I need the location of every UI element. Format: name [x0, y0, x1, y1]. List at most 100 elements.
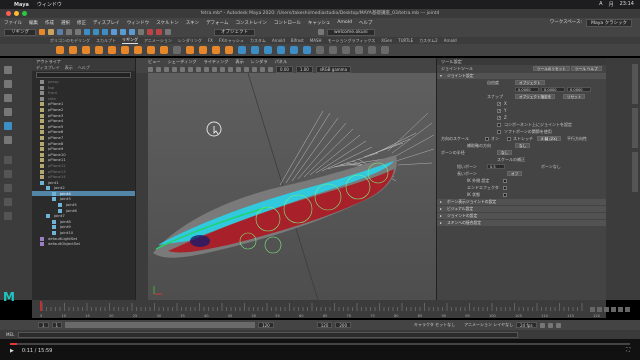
- shelf-tab-active[interactable]: リギング: [122, 37, 138, 44]
- y-field[interactable]: 0.0000: [541, 87, 565, 92]
- reset-tool-button[interactable]: ツールのリセット: [533, 66, 570, 71]
- cone-icon[interactable]: [95, 46, 103, 54]
- lock-camera-icon[interactable]: [156, 66, 161, 72]
- shelf-tab[interactable]: XGen: [381, 38, 392, 43]
- menu-deform[interactable]: デフォーム: [206, 20, 228, 26]
- viewport-canvas[interactable]: [148, 72, 436, 301]
- lasso-tool-icon[interactable]: [4, 80, 12, 88]
- bookmark-icon[interactable]: [164, 66, 169, 72]
- long-bone-dropdown[interactable]: オフ: [507, 171, 523, 176]
- single-pane-icon[interactable]: [4, 156, 12, 164]
- range-inner-start-field[interactable]: 1: [51, 322, 63, 328]
- anim-layer-dropdown[interactable]: アニメーション レイヤなし: [464, 322, 513, 328]
- menu-skeleton[interactable]: スケルトン: [156, 20, 179, 26]
- tool-settings-tab[interactable]: [632, 108, 638, 148]
- joint-option-checkbox[interactable]: [497, 129, 501, 134]
- torus-icon[interactable]: [108, 46, 116, 54]
- shelf-tab[interactable]: ポリゴンのモデリング: [50, 38, 90, 44]
- section-visual[interactable]: ビジュアル設定: [437, 206, 606, 212]
- snap-curve-icon[interactable]: [120, 29, 126, 35]
- menu-control[interactable]: コントロール: [274, 20, 301, 26]
- split-layout-icon[interactable]: [4, 212, 12, 220]
- xray-joints-icon[interactable]: [268, 66, 273, 72]
- open-scene-icon[interactable]: [48, 29, 54, 35]
- menu-select[interactable]: 選択: [61, 20, 70, 26]
- shelf-tab[interactable]: カスタム: [250, 38, 266, 44]
- four-pane-icon[interactable]: [4, 170, 12, 178]
- x-field[interactable]: 0.0000: [515, 87, 539, 92]
- gamma-field[interactable]: 1.00: [295, 65, 313, 73]
- gate-mask-icon[interactable]: [204, 66, 209, 72]
- search-icon[interactable]: [318, 29, 324, 35]
- disc-icon[interactable]: [134, 46, 142, 54]
- plane-icon[interactable]: [121, 46, 129, 54]
- attribute-editor-tab[interactable]: [632, 64, 638, 104]
- section-bone-display[interactable]: ボーン表示ジョイントの設定: [437, 199, 606, 205]
- menu-modify[interactable]: 修正: [77, 20, 86, 26]
- shelf-tab[interactable]: モーショングラフィックス: [328, 38, 376, 44]
- orient-stretch-checkbox[interactable]: [507, 136, 511, 141]
- range-bar[interactable]: [65, 322, 256, 328]
- fps-dropdown[interactable]: 24 fps: [516, 322, 537, 328]
- planar-uv-icon[interactable]: [355, 46, 363, 54]
- image-plane-icon[interactable]: [172, 66, 177, 72]
- render-icon[interactable]: [147, 29, 153, 35]
- go-end-icon[interactable]: [625, 306, 630, 312]
- section-joint[interactable]: ジョイントの設定: [437, 213, 606, 219]
- outliner-item-defaultobjectset[interactable]: defaultObjectSet: [32, 241, 135, 247]
- menu-cache[interactable]: キャッシュ: [308, 20, 331, 26]
- anim-end-field[interactable]: 200: [335, 322, 352, 328]
- step-forward-icon[interactable]: [618, 306, 623, 312]
- range-start-field[interactable]: 1: [38, 322, 49, 328]
- lights-icon[interactable]: [244, 66, 249, 72]
- play-forward-icon[interactable]: [611, 306, 616, 312]
- select-component-icon[interactable]: [102, 29, 108, 35]
- colorspace-field[interactable]: sRGB gamma: [315, 65, 352, 73]
- close-icon[interactable]: [6, 11, 11, 16]
- command-language[interactable]: MEL: [6, 332, 14, 337]
- shelf-tab[interactable]: Arnold: [272, 38, 285, 43]
- ik-outside-checkbox[interactable]: [503, 178, 507, 183]
- shelf-tab[interactable]: Arnold: [444, 38, 457, 43]
- account-button[interactable]: welcome.okuni: [327, 28, 375, 36]
- undo-icon[interactable]: [66, 29, 72, 35]
- joint-option-checkbox[interactable]: ✓: [497, 115, 501, 120]
- vp-menu-lighting[interactable]: ライティング: [204, 58, 229, 65]
- menu-windows[interactable]: ウィンドウ: [127, 20, 150, 26]
- graph-layout-icon[interactable]: [4, 198, 12, 206]
- snap-reset-button[interactable]: リセット: [563, 94, 586, 99]
- step-back-icon[interactable]: [597, 306, 602, 312]
- save-scene-icon[interactable]: [57, 29, 63, 35]
- menu-create[interactable]: 作成: [45, 20, 54, 26]
- z-field[interactable]: 0.0000: [567, 87, 591, 92]
- shelf-tab[interactable]: Bifrost: [291, 38, 304, 43]
- mac-menu-window[interactable]: ウィンドウ: [37, 1, 62, 8]
- rotate-tool-icon[interactable]: [4, 122, 12, 130]
- wireframe-icon[interactable]: [212, 66, 217, 72]
- cylinder-icon[interactable]: [82, 46, 90, 54]
- secondary-dropdown[interactable]: なし: [515, 143, 531, 148]
- textured-icon[interactable]: [236, 66, 241, 72]
- snap-grid-icon[interactable]: [111, 29, 117, 35]
- wireframe-on-shaded-icon[interactable]: [228, 66, 233, 72]
- connect-icon[interactable]: [316, 46, 324, 54]
- select-object-icon[interactable]: [93, 29, 99, 35]
- resolution-gate-icon[interactable]: [196, 66, 201, 72]
- quad-draw-icon[interactable]: [329, 46, 337, 54]
- orient-axis-dropdown[interactable]: X 軸 (ZX): [537, 136, 562, 141]
- smooth-icon[interactable]: [199, 46, 207, 54]
- video-progress-bar[interactable]: [10, 343, 630, 345]
- menu-arnold[interactable]: Arnold: [337, 20, 352, 25]
- command-input[interactable]: [18, 331, 519, 338]
- menu-edit[interactable]: 編集: [29, 20, 38, 26]
- select-tool-icon[interactable]: [4, 66, 12, 74]
- outliner-layout-icon[interactable]: [4, 184, 12, 192]
- outliner-menu-help[interactable]: ヘルプ: [78, 65, 90, 71]
- character-set-dropdown[interactable]: キャラクタ セットなし: [414, 322, 455, 328]
- outliner-search-input[interactable]: [36, 72, 131, 78]
- section-skin-bind[interactable]: スキンへの接合設定: [437, 220, 606, 226]
- ik-state-checkbox[interactable]: [503, 192, 507, 197]
- bevel-icon[interactable]: [264, 46, 272, 54]
- joint-option-checkbox[interactable]: [497, 122, 501, 127]
- fullscreen-icon[interactable]: ⛶: [626, 347, 630, 353]
